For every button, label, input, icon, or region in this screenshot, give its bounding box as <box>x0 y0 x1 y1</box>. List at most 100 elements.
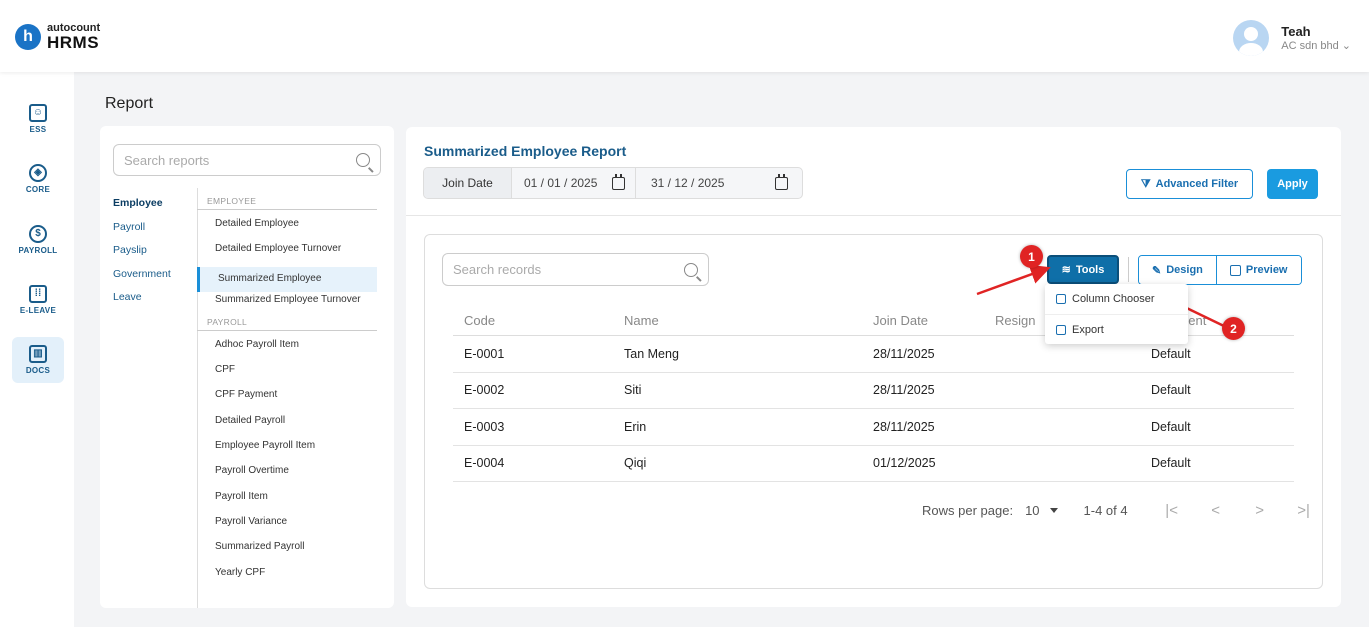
next-page-icon[interactable]: > <box>1242 502 1278 519</box>
annotation-badge-1: 1 <box>1020 245 1043 268</box>
design-button[interactable]: ✎ Design <box>1139 256 1216 284</box>
report-item[interactable]: Yearly CPF <box>197 565 377 590</box>
divider <box>406 215 1341 216</box>
logo-name-bottom: HRMS <box>47 33 100 52</box>
table-row[interactable]: E-0003 Erin 28/11/2025 Default <box>453 409 1294 446</box>
report-item[interactable]: Detailed Payroll <box>197 413 377 438</box>
report-item[interactable]: Payroll Variance <box>197 514 377 539</box>
company-switcher[interactable]: AC sdn bhd ⌄ <box>1281 39 1351 52</box>
search-icon <box>356 153 370 167</box>
cell-name: Qiqi <box>624 456 647 471</box>
preview-label: Preview <box>1245 264 1288 276</box>
date-to-value: 31 / 12 / 2025 <box>651 176 725 190</box>
user-menu[interactable]: Teah AC sdn bhd ⌄ <box>1233 20 1351 56</box>
prev-page-icon[interactable]: < <box>1198 502 1234 519</box>
nav-payroll[interactable]: $ PAYROLL <box>12 217 64 263</box>
design-icon: ✎ <box>1152 264 1162 277</box>
column-chooser-label: Column Chooser <box>1072 293 1155 305</box>
category-payroll[interactable]: Payroll <box>113 220 171 244</box>
search-records-input[interactable] <box>453 262 684 277</box>
tools-button[interactable]: ≋ Tools <box>1047 255 1119 284</box>
category-leave[interactable]: Leave <box>113 290 171 314</box>
divider <box>1128 257 1129 282</box>
nav-e-leave[interactable]: ⁞⁞ E-LEAVE <box>12 277 64 323</box>
calendar-icon[interactable] <box>775 173 788 190</box>
column-chooser-icon <box>1056 294 1066 304</box>
cell-code: E-0001 <box>464 346 505 361</box>
nav-ess-label: ESS <box>29 125 47 134</box>
section-header-payroll: PAYROLL <box>197 317 377 331</box>
chevron-down-icon: ⌄ <box>1341 40 1351 52</box>
cell-department: Default <box>1151 419 1191 434</box>
column-header-code[interactable]: Code <box>453 313 613 328</box>
app-logo[interactable]: h autocount HRMS <box>15 23 100 51</box>
last-page-icon[interactable]: >| <box>1286 502 1322 519</box>
chevron-down-icon <box>1049 508 1058 513</box>
report-title: Summarized Employee Report <box>424 143 627 159</box>
nav-core-label: CORE <box>25 185 51 194</box>
records-search-box[interactable] <box>442 253 709 286</box>
cell-join-date: 28/11/2025 <box>873 346 935 361</box>
report-item[interactable]: Adhoc Payroll Item <box>197 337 377 362</box>
section-header-employee: EMPLOYEE <box>197 196 377 210</box>
report-item[interactable]: Summarized Employee Turnover <box>197 292 377 317</box>
category-employee[interactable]: Employee <box>113 196 171 220</box>
layers-icon: ≋ <box>1061 264 1071 276</box>
menu-item-export[interactable]: Export <box>1045 314 1188 344</box>
nav-docs[interactable]: ▥ DOCS <box>12 337 64 383</box>
report-item[interactable]: Employee Payroll Item <box>197 438 377 463</box>
report-panel: Summarized Employee Report Join Date 01 … <box>406 127 1341 607</box>
column-header-name[interactable]: Name <box>613 313 862 328</box>
first-page-icon[interactable]: |< <box>1154 502 1190 519</box>
report-item[interactable]: CPF Payment <box>197 387 377 412</box>
cell-code: E-0003 <box>464 419 505 434</box>
nav-docs-label: DOCS <box>25 366 51 375</box>
cell-department: Default <box>1151 456 1191 471</box>
search-icon <box>684 262 698 277</box>
calendar-icon[interactable] <box>612 173 625 190</box>
search-reports-input[interactable] <box>124 152 356 168</box>
page-title: Report <box>105 95 154 112</box>
nav-ess[interactable]: ☺ ESS <box>12 96 64 142</box>
menu-item-column-chooser[interactable]: Column Chooser <box>1045 284 1188 314</box>
design-preview-group: ✎ Design Preview <box>1138 255 1302 285</box>
table-row[interactable]: E-0004 Qiqi 01/12/2025 Default <box>453 446 1294 482</box>
rows-per-page-select[interactable]: 10 <box>1025 503 1058 518</box>
date-from-value: 01 / 01 / 2025 <box>524 176 598 190</box>
date-filter-label: Join Date <box>424 168 512 198</box>
records-grid: ≋ Tools ✎ Design Preview Code Name Join … <box>424 234 1323 589</box>
calendar-icon: ⁞⁞ <box>29 285 47 303</box>
cell-name: Tan Meng <box>624 346 679 361</box>
reports-panel: Employee Payroll Payslip Government Leav… <box>100 126 394 608</box>
cell-join-date: 28/11/2025 <box>873 383 935 398</box>
rows-per-page-value: 10 <box>1025 503 1040 518</box>
report-item[interactable]: Detailed Employee Turnover <box>197 241 377 266</box>
report-search-box[interactable] <box>113 144 381 176</box>
advanced-filter-button[interactable]: ⧩ Advanced Filter <box>1126 169 1253 199</box>
report-item-selected[interactable]: Summarized Employee <box>197 266 377 292</box>
pagination: Rows per page: 10 1-4 of 4 |< < > >| <box>922 502 1322 519</box>
rows-per-page-label: Rows per page: <box>922 503 1014 518</box>
category-payslip[interactable]: Payslip <box>113 243 171 267</box>
report-item[interactable]: Payroll Item <box>197 489 377 514</box>
cell-join-date: 01/12/2025 <box>873 456 936 471</box>
logo-mark: h <box>15 24 41 50</box>
nav-core[interactable]: ◈ CORE <box>12 156 64 202</box>
report-item[interactable]: CPF <box>197 362 377 387</box>
column-header-join-date[interactable]: Join Date <box>862 313 995 328</box>
preview-button[interactable]: Preview <box>1215 256 1301 284</box>
export-label: Export <box>1072 323 1104 336</box>
report-item[interactable]: Summarized Payroll <box>197 539 377 564</box>
report-list: EMPLOYEE Detailed Employee Detailed Empl… <box>197 196 377 590</box>
category-government[interactable]: Government <box>113 267 171 291</box>
annotation-badge-2: 2 <box>1222 317 1245 340</box>
report-item[interactable]: Payroll Overtime <box>197 463 377 488</box>
date-to-field[interactable]: 31 / 12 / 2025 <box>636 168 802 198</box>
cell-department: Default <box>1151 346 1191 361</box>
table-row[interactable]: E-0002 Siti 28/11/2025 Default <box>453 373 1294 409</box>
report-item[interactable]: Detailed Employee <box>197 216 377 241</box>
apply-button[interactable]: Apply <box>1267 169 1318 199</box>
date-from-field[interactable]: 01 / 01 / 2025 <box>512 168 636 198</box>
ess-icon: ☺ <box>29 104 47 122</box>
page-range: 1-4 of 4 <box>1083 503 1128 518</box>
